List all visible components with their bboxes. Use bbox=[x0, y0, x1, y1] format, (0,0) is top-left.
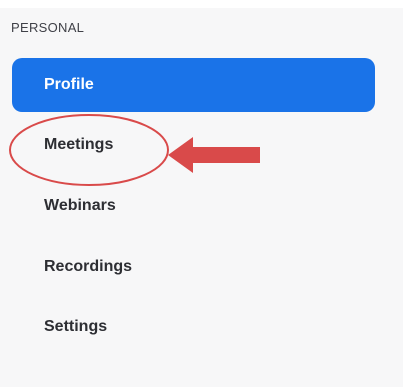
sidebar-item-label: Meetings bbox=[44, 136, 114, 153]
sidebar-item-label: Recordings bbox=[44, 258, 133, 275]
sidebar-item-recordings[interactable]: Recordings bbox=[12, 240, 375, 294]
sidebar-panel: ··· · ········· ·· ··········· ·· ·· ···… bbox=[0, 0, 403, 387]
sidebar-item-meetings[interactable]: Meetings bbox=[12, 118, 375, 172]
sidebar-item-profile[interactable]: Profile bbox=[12, 58, 375, 112]
sidebar-item-settings[interactable]: Settings bbox=[12, 300, 375, 354]
sidebar-item-label: Settings bbox=[44, 318, 108, 335]
sidebar-item-label: Webinars bbox=[44, 197, 116, 214]
sidebar-nav: Profile Meetings Webinars Recordings Set… bbox=[0, 0, 403, 387]
sidebar-item-webinars[interactable]: Webinars bbox=[12, 179, 375, 233]
sidebar-item-label: Profile bbox=[44, 76, 94, 93]
